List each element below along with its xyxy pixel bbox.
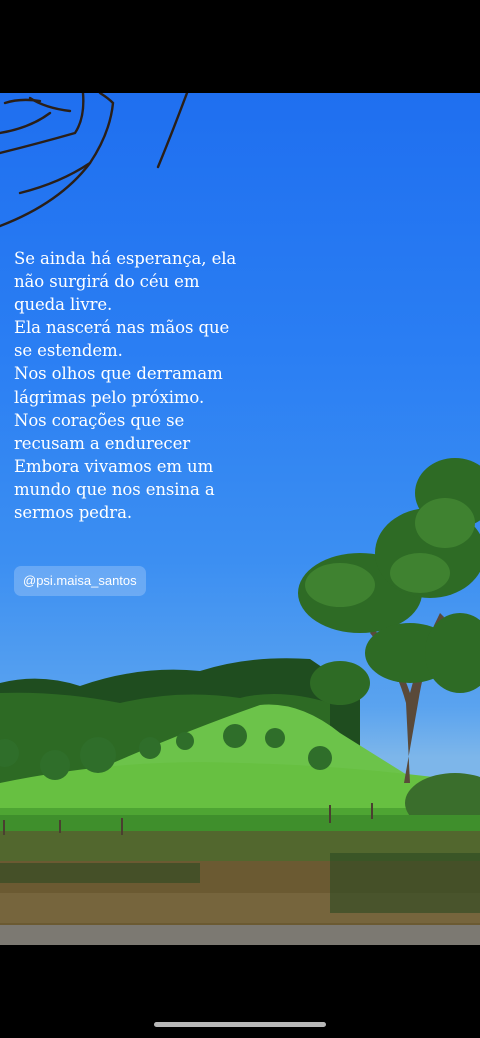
tree-branches bbox=[0, 93, 189, 228]
home-indicator[interactable] bbox=[154, 1022, 326, 1027]
story-frame[interactable]: Se ainda há esperança, ela não surgirá d… bbox=[0, 93, 480, 945]
mention-sticker[interactable]: @psi.maisa_santos bbox=[14, 566, 146, 596]
quote-text: Se ainda há esperança, ela não surgirá d… bbox=[14, 249, 237, 523]
